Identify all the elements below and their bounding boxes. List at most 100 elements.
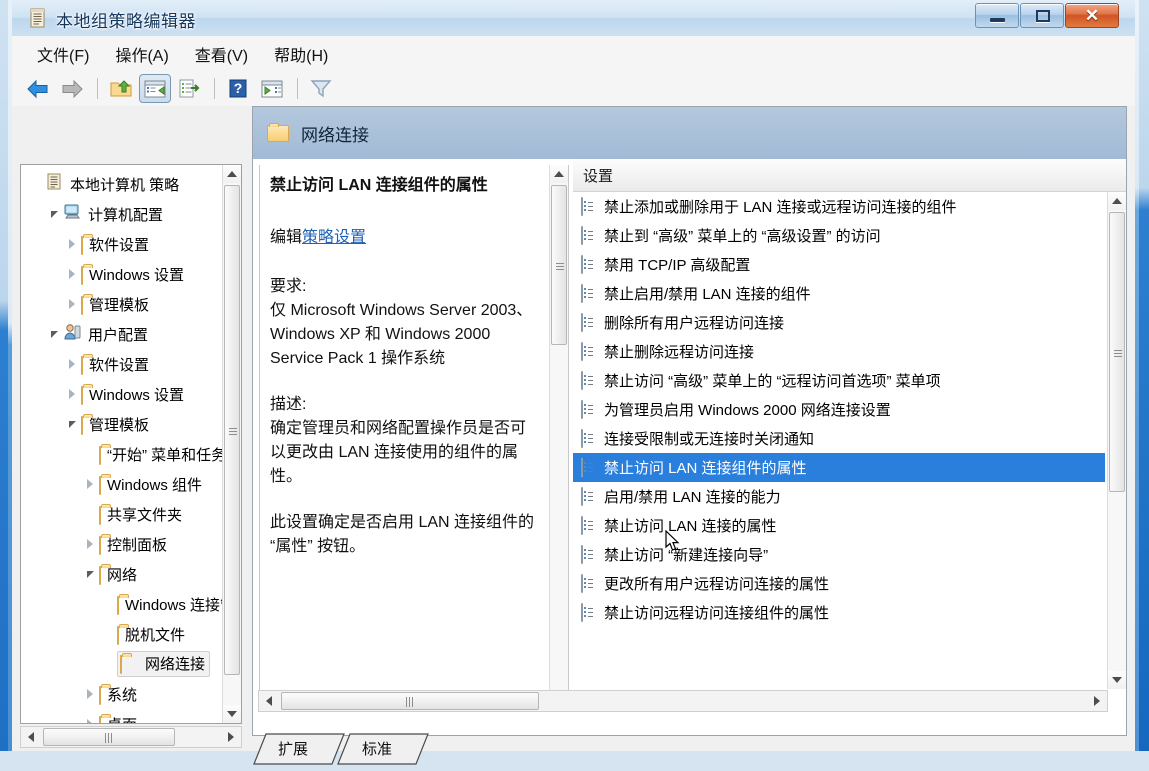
- tab-extended[interactable]: 扩展: [278, 738, 308, 759]
- tree-node[interactable]: 桌面: [21, 709, 225, 723]
- settings-list-row[interactable]: 启用/禁用 LAN 连接的能力: [573, 482, 1105, 511]
- expand-triangle-icon[interactable]: [63, 265, 81, 283]
- settings-list-row[interactable]: 禁止访问 “新建连接向导”: [573, 540, 1105, 569]
- settings-list-row[interactable]: 禁止访问远程访问连接组件的属性: [573, 598, 1105, 627]
- tree-node-content: Windows 设置: [81, 384, 184, 405]
- close-button[interactable]: ✕: [1065, 3, 1119, 28]
- tree-node[interactable]: 网络连接: [21, 649, 225, 679]
- tree-node[interactable]: 共享文件夹: [21, 499, 225, 529]
- tree-node[interactable]: Windows 设置: [21, 259, 225, 289]
- settings-list-row-label: 禁止到 “高级” 菜单上的 “高级设置” 的访问: [604, 228, 881, 245]
- expand-triangle-icon[interactable]: [81, 685, 99, 703]
- edit-policy-link[interactable]: 策略设置: [302, 229, 366, 246]
- tree-scroll-down-button[interactable]: [223, 705, 241, 723]
- show-hide-tree-button[interactable]: [139, 74, 171, 103]
- tree-node[interactable]: “开始” 菜单和任务栏: [21, 439, 241, 469]
- expand-triangle-icon[interactable]: [63, 235, 81, 253]
- tree-node[interactable]: 本地计算机 策略: [21, 169, 225, 199]
- collapse-triangle-icon[interactable]: [45, 325, 63, 343]
- window-title: 本地组策略编辑器: [56, 12, 196, 31]
- list-scroll-down-button[interactable]: [1108, 671, 1126, 689]
- export-list-button[interactable]: [173, 74, 205, 103]
- expand-triangle-icon[interactable]: [63, 295, 81, 313]
- menu-help[interactable]: 帮助(H): [261, 38, 341, 70]
- tree-node[interactable]: 控制面板: [21, 529, 225, 559]
- menu-action[interactable]: 操作(A): [102, 38, 181, 70]
- list-scroll-up-button[interactable]: [1108, 192, 1126, 210]
- up-folder-button[interactable]: [105, 74, 137, 103]
- tree-scroll-up-button[interactable]: [223, 165, 241, 183]
- settings-list-row-label: 禁止访问 “高级” 菜单上的 “远程访问首选项” 菜单项: [604, 373, 941, 390]
- up-folder-icon: [110, 80, 132, 97]
- arrow-right-icon: [1094, 696, 1100, 706]
- collapse-triangle-icon[interactable]: [81, 565, 99, 583]
- list-vertical-scrollbar[interactable]: [1107, 192, 1126, 689]
- tree-node[interactable]: 用户配置: [21, 319, 225, 349]
- results-pane: 网络连接 禁止访问 LAN 连接组件的属性 编辑策略设置 要求: 仅 Micro…: [252, 106, 1127, 736]
- forward-button[interactable]: [56, 74, 88, 103]
- tree-node[interactable]: Windows 组件: [21, 469, 225, 499]
- folder-icon: [117, 625, 119, 645]
- collapse-triangle-icon[interactable]: [45, 205, 63, 223]
- maximize-button[interactable]: [1020, 3, 1064, 28]
- tree-hscroll-thumb[interactable]: [43, 728, 175, 746]
- list-scroll-thumb[interactable]: [1109, 212, 1125, 492]
- tree-node[interactable]: 管理模板: [21, 409, 225, 439]
- show-action-pane-button[interactable]: [256, 74, 288, 103]
- settings-list-row[interactable]: 禁止访问 “高级” 菜单上的 “远程访问首选项” 菜单项: [573, 366, 1105, 395]
- settings-list-row[interactable]: 禁止启用/禁用 LAN 连接的组件: [573, 279, 1105, 308]
- filter-button[interactable]: [305, 74, 337, 103]
- settings-list-row[interactable]: 禁止添加或删除用于 LAN 连接或远程访问连接的组件: [573, 192, 1105, 221]
- minimize-button[interactable]: [975, 3, 1019, 28]
- settings-list-row-label: 禁止访问 LAN 连接组件的属性: [604, 460, 807, 477]
- tree-hscroll-right-button[interactable]: [221, 727, 241, 747]
- settings-list-row[interactable]: 禁止访问 LAN 连接组件的属性: [573, 453, 1105, 482]
- settings-list-row[interactable]: 禁止到 “高级” 菜单上的 “高级设置” 的访问: [573, 221, 1105, 250]
- arrow-left-icon: [28, 732, 34, 742]
- description-vertical-scrollbar[interactable]: [549, 165, 568, 710]
- tree-node[interactable]: 计算机配置: [21, 199, 225, 229]
- desc-scroll-up-button[interactable]: [550, 165, 568, 183]
- settings-list-row[interactable]: 删除所有用户远程访问连接: [573, 308, 1105, 337]
- list-hscroll-thumb[interactable]: [281, 692, 539, 710]
- menu-view[interactable]: 查看(V): [182, 38, 261, 70]
- policy-setting-icon: [581, 226, 596, 245]
- tree-horizontal-scrollbar[interactable]: [20, 726, 242, 748]
- tree-node[interactable]: 网络: [21, 559, 225, 589]
- tree-node[interactable]: 脱机文件: [21, 619, 225, 649]
- expand-triangle-icon[interactable]: [81, 715, 99, 723]
- tab-standard[interactable]: 标准: [362, 738, 392, 759]
- settings-list-row[interactable]: 连接受限制或无连接时关闭通知: [573, 424, 1105, 453]
- tree-node[interactable]: Windows 连接管理器: [21, 589, 241, 619]
- tree-node[interactable]: Windows 设置: [21, 379, 225, 409]
- tree-scroll-thumb[interactable]: [224, 185, 240, 675]
- expand-triangle-icon[interactable]: [63, 355, 81, 373]
- help-button[interactable]: ?: [222, 74, 254, 103]
- list-hscroll-left-button[interactable]: [259, 691, 279, 711]
- title-bar[interactable]: 本地组策略编辑器 ✕: [12, 0, 1135, 36]
- tree-vertical-scrollbar[interactable]: [222, 165, 241, 723]
- list-hscroll-right-button[interactable]: [1087, 691, 1107, 711]
- expand-triangle-icon[interactable]: [81, 475, 99, 493]
- tree-node[interactable]: 软件设置: [21, 349, 225, 379]
- tree-node[interactable]: 管理模板: [21, 289, 225, 319]
- description-label: 描述:: [270, 395, 307, 413]
- tree-hscroll-left-button[interactable]: [21, 727, 41, 747]
- tree-node[interactable]: 软件设置: [21, 229, 225, 259]
- expand-triangle-icon[interactable]: [63, 385, 81, 403]
- list-horizontal-scrollbar[interactable]: [258, 690, 1108, 712]
- settings-list-row[interactable]: 禁用 TCP/IP 高级配置: [573, 250, 1105, 279]
- desc-scroll-thumb[interactable]: [551, 185, 567, 345]
- settings-list-row[interactable]: 更改所有用户远程访问连接的属性: [573, 569, 1105, 598]
- settings-list-row[interactable]: 禁止删除远程访问连接: [573, 337, 1105, 366]
- settings-list-row[interactable]: 为管理员启用 Windows 2000 网络连接设置: [573, 395, 1105, 424]
- settings-list-row[interactable]: 禁止访问 LAN 连接的属性: [573, 511, 1105, 540]
- expand-triangle-icon[interactable]: [81, 535, 99, 553]
- column-header-setting[interactable]: 设置: [573, 159, 1126, 192]
- tree-node[interactable]: 系统: [21, 679, 225, 709]
- back-button[interactable]: [22, 74, 54, 103]
- menu-file[interactable]: 文件(F): [24, 38, 102, 70]
- collapse-triangle-icon[interactable]: [63, 415, 81, 433]
